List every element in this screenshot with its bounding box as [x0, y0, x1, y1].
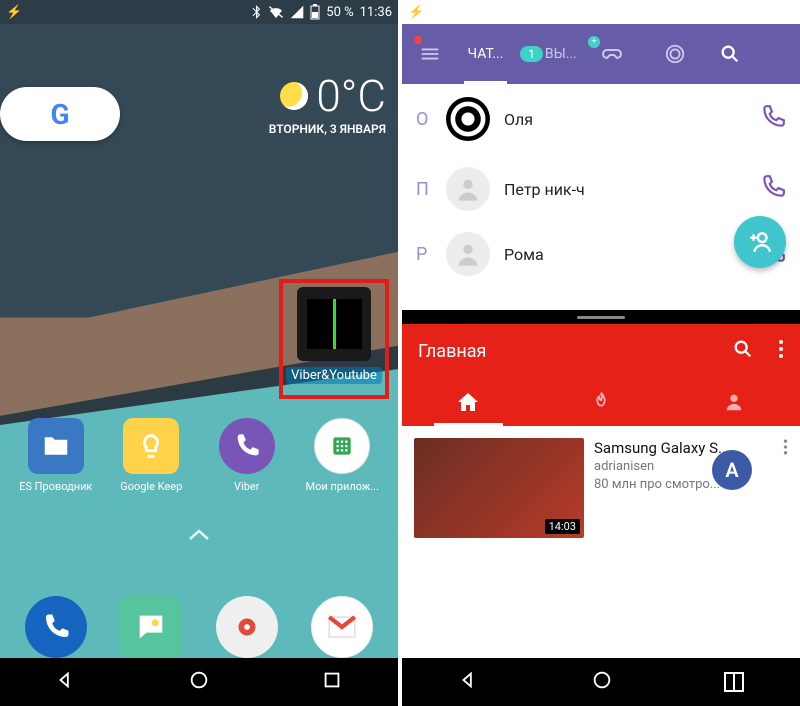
- nav-home[interactable]: [188, 669, 210, 695]
- weather-widget[interactable]: 0°C ВТОРНИК, 3 ЯНВАРЯ: [269, 70, 386, 136]
- nav-recent[interactable]: [321, 669, 343, 695]
- app-viber[interactable]: Viber: [205, 418, 289, 493]
- flash-icon: ⚡: [408, 5, 424, 20]
- camera-app[interactable]: [216, 596, 278, 658]
- nav-back[interactable]: [55, 669, 77, 695]
- call-icon[interactable]: [760, 174, 786, 204]
- temp-value: 0°C: [316, 70, 386, 122]
- clock: 11:36: [360, 5, 392, 20]
- nav-home[interactable]: [591, 669, 613, 695]
- highlighted-folder[interactable]: Viber&Youtube: [279, 279, 389, 399]
- youtube-title: Главная: [418, 341, 486, 362]
- call-icon[interactable]: [760, 104, 786, 134]
- gmail-app[interactable]: [311, 596, 373, 658]
- viber-menu[interactable]: [406, 24, 454, 84]
- app-my-apps[interactable]: Мои прилож...: [300, 418, 384, 493]
- viber-tab-games[interactable]: +: [580, 24, 643, 84]
- viber-tab-calls[interactable]: 1ВЫ...: [517, 24, 580, 84]
- weather-icon: [280, 82, 308, 110]
- signal-icon: [290, 5, 304, 19]
- phone-app[interactable]: [25, 596, 87, 658]
- video-duration: 14:03: [545, 519, 580, 534]
- chat-row[interactable]: П Петр ник-ч: [402, 154, 800, 224]
- battery-pct: 50 %: [326, 5, 353, 20]
- bluetooth-icon: [652, 5, 664, 19]
- my-apps-icon: [314, 418, 370, 474]
- wifi-icon: [670, 5, 686, 19]
- messages-app[interactable]: [120, 596, 182, 658]
- battery-icon: [712, 4, 722, 20]
- channel-avatar[interactable]: A: [712, 450, 752, 490]
- video-thumbnail: 14:03: [414, 438, 584, 538]
- flash-icon: ⚡: [6, 5, 22, 20]
- chat-row[interactable]: О Оля: [402, 84, 800, 154]
- google-search-pill[interactable]: G: [0, 87, 120, 141]
- youtube-tabs: [402, 378, 800, 426]
- nav-split[interactable]: [724, 672, 744, 692]
- viber-tab-chats[interactable]: ЧАТ...: [454, 24, 517, 84]
- split-screen-handle[interactable]: [402, 310, 800, 324]
- navbar: [0, 658, 398, 706]
- wifi-icon: [268, 5, 284, 19]
- statusbar: ⚡ 50 % 11:36: [0, 0, 398, 24]
- youtube-toolbar: Главная: [402, 324, 800, 378]
- viber-search[interactable]: [706, 24, 754, 84]
- youtube-tab-home[interactable]: [402, 378, 535, 426]
- navbar-right: [402, 658, 800, 706]
- es-explorer-icon: [28, 418, 84, 474]
- split-app-icon: [297, 287, 371, 361]
- youtube-search-icon[interactable]: [732, 338, 754, 365]
- battery-icon: [310, 4, 320, 20]
- keep-icon: [123, 418, 179, 474]
- dock: [0, 596, 398, 658]
- clock: 11:27: [762, 5, 794, 20]
- avatar: [446, 97, 490, 141]
- viber-icon: [219, 418, 275, 474]
- app-google-keep[interactable]: Google Keep: [109, 418, 193, 493]
- signal-icon: [692, 5, 706, 19]
- viber-new-contact-fab[interactable]: [734, 216, 786, 268]
- app-es-explorer[interactable]: ES Проводник: [14, 418, 98, 493]
- battery-pct: 51 %: [728, 5, 755, 20]
- youtube-tab-account[interactable]: [667, 378, 800, 426]
- youtube-more-icon[interactable]: [778, 339, 784, 364]
- viber-tab-public[interactable]: [643, 24, 706, 84]
- folder-label: Viber&Youtube: [286, 367, 382, 384]
- viber-header: ЧАТ... 1ВЫ... +: [402, 24, 800, 84]
- weather-date: ВТОРНИК, 3 ЯНВАРЯ: [269, 122, 386, 136]
- nav-back[interactable]: [458, 669, 480, 695]
- video-more-icon[interactable]: [783, 438, 788, 460]
- app-drawer-arrow[interactable]: [188, 523, 210, 547]
- youtube-tab-trending[interactable]: [535, 378, 668, 426]
- avatar-placeholder-icon: [446, 232, 490, 276]
- statusbar-right: ⚡ 51 % 11:27: [402, 0, 800, 24]
- avatar-placeholder-icon: [446, 167, 490, 211]
- bluetooth-icon: [250, 5, 262, 19]
